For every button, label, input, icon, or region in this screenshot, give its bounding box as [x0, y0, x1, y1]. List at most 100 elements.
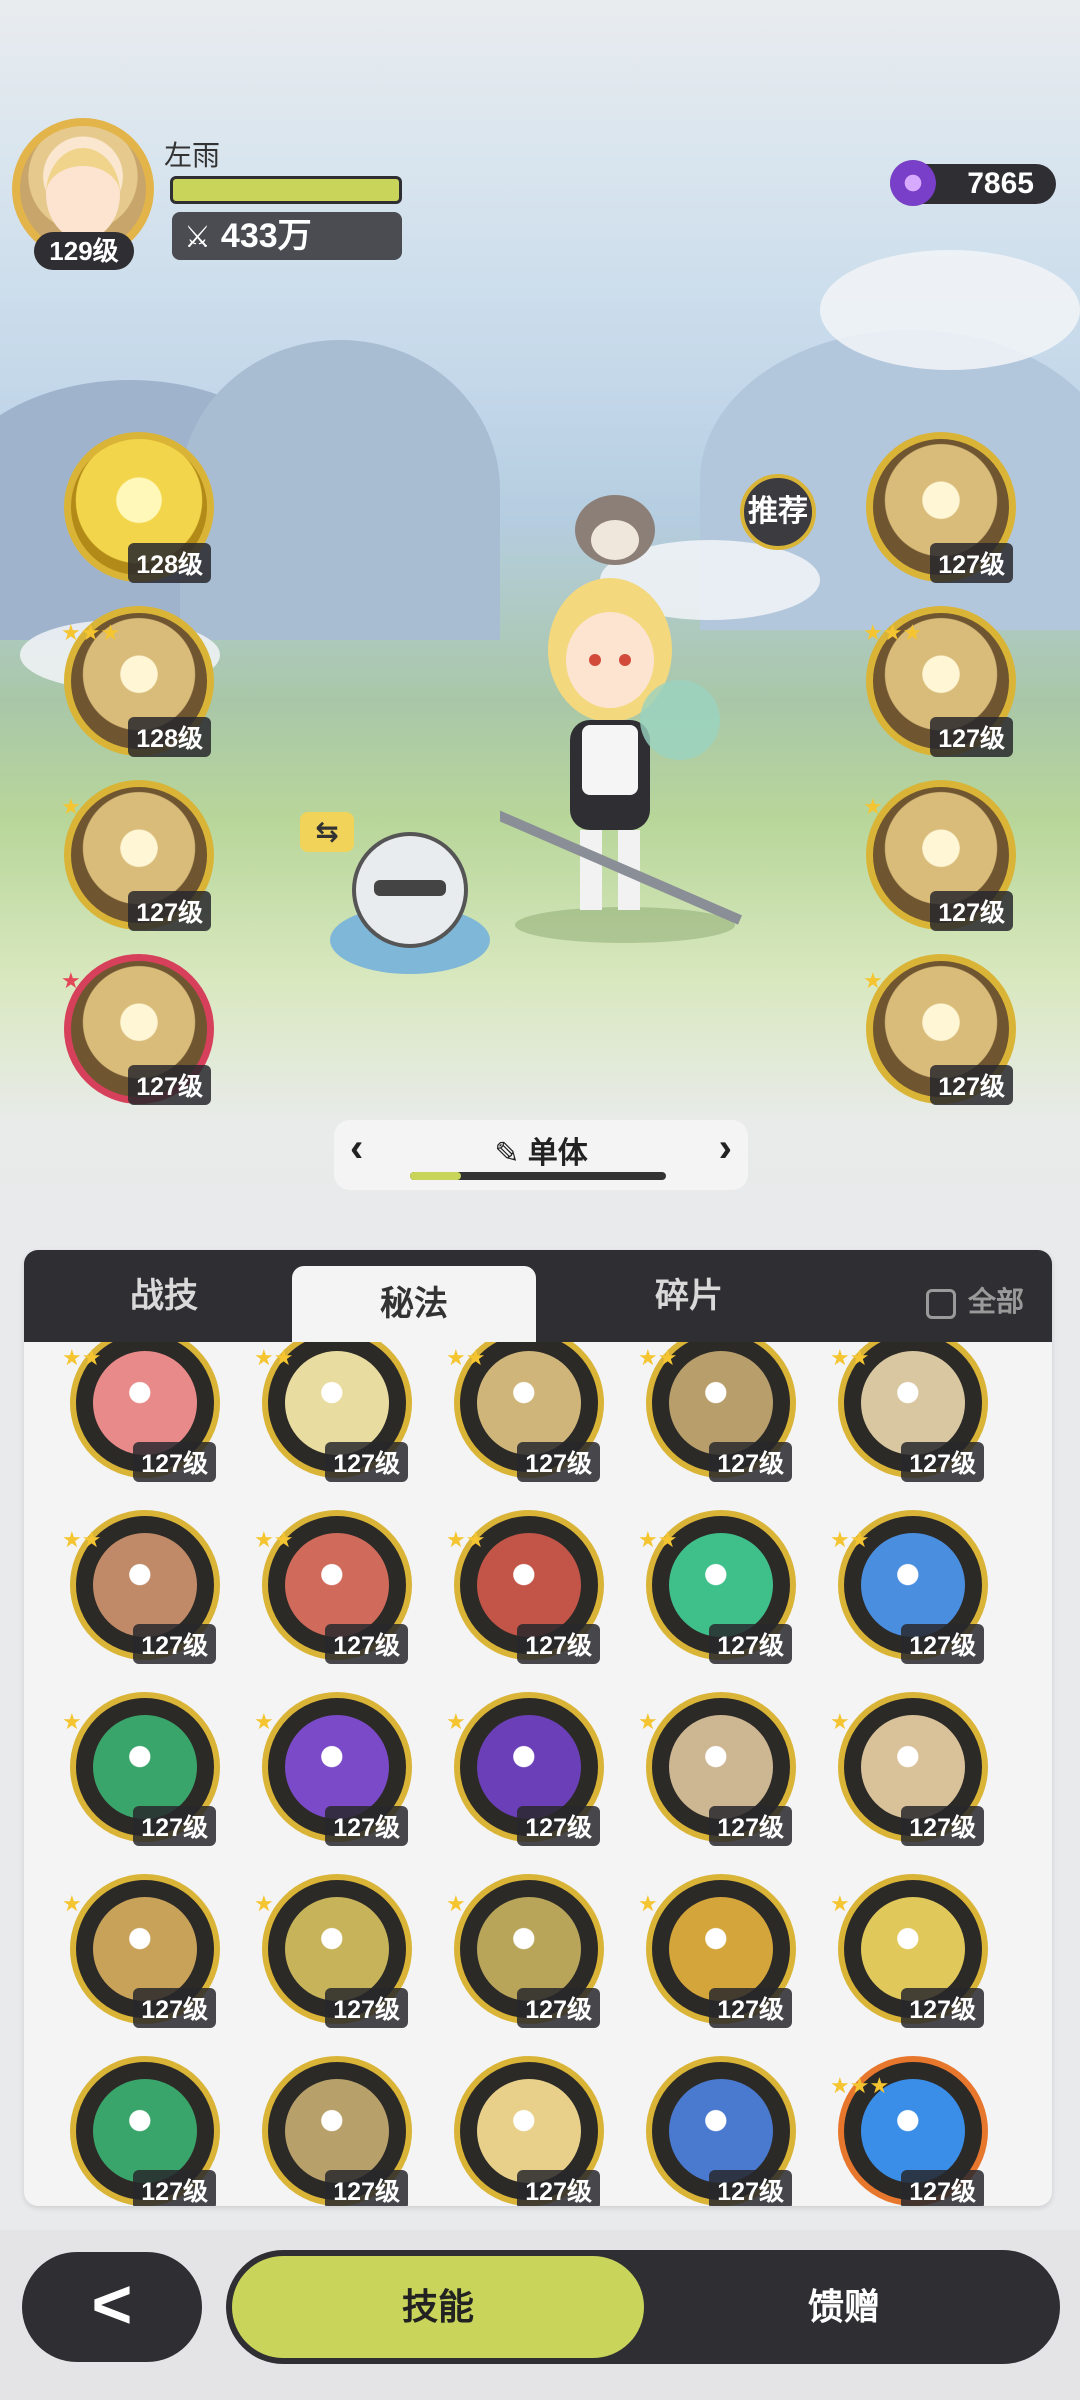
skill-icon: [93, 1533, 197, 1637]
skill-level: 127级: [133, 1442, 216, 1482]
secret-art-slot[interactable]: ★★ 127级: [446, 1342, 604, 1482]
mode-label: ✎ 单体: [334, 1128, 748, 1172]
skill-level: 127级: [133, 1988, 216, 2028]
skill-level: 127级: [517, 2170, 600, 2206]
skill-level: 127级: [128, 1065, 211, 1105]
secret-art-slot[interactable]: ★ 127级: [638, 1692, 796, 1846]
skill-level: 128级: [128, 543, 211, 583]
skill-icon: [285, 1533, 389, 1637]
star-rating: ★★: [254, 1527, 294, 1552]
chevron-right-icon[interactable]: ›: [719, 1126, 732, 1171]
secret-arts-grid: ★★ 127级 ★★ 127级 ★★ 127级 ★★ 127级 ★★ 127级 ★★ 127级 ★★ 12…: [24, 1342, 1052, 2206]
star-rating: ★★: [62, 1527, 102, 1552]
skill-tabs: 战技 秘法 碎片 全部: [24, 1250, 1052, 1342]
right-skill-slot-4[interactable]: ★ 127级: [863, 954, 1016, 1105]
swap-icon[interactable]: ⇆: [300, 812, 354, 852]
left-skill-slot-1[interactable]: 128级: [64, 432, 214, 583]
left-skill-slot-4[interactable]: ★ 127级: [61, 954, 214, 1105]
skill-icon: [669, 1897, 773, 2001]
secret-art-slot[interactable]: ★★ 127级: [62, 1342, 220, 1482]
skill-icon: [669, 2079, 773, 2183]
skill-icon: [477, 1351, 581, 1455]
right-skill-slot-2[interactable]: ★★★ 127级: [863, 606, 1016, 757]
star-rating: ★★★: [830, 2073, 890, 2098]
left-skill-slot-2[interactable]: ★★★ 128级: [61, 606, 214, 757]
star-rating: ★★: [254, 1345, 294, 1370]
hero-character: [500, 495, 742, 943]
secret-art-slot[interactable]: ★ 127级: [254, 1874, 412, 2028]
secret-art-slot[interactable]: ★ 127级: [62, 1874, 220, 2028]
skill-level: 127级: [901, 1624, 984, 1664]
secret-art-slot[interactable]: ★★ 127级: [62, 1510, 220, 1664]
secret-art-slot[interactable]: ★★ 127级: [830, 1510, 988, 1664]
secret-art-slot[interactable]: ★ 127级: [446, 1692, 604, 1846]
skill-icon: [477, 1897, 581, 2001]
select-all-label: 全部: [967, 1286, 1024, 1317]
secret-art-slot[interactable]: ★★ 127级: [638, 1510, 796, 1664]
skills-button[interactable]: 技能: [232, 2256, 644, 2358]
tab-secret-arts[interactable]: 秘法: [292, 1266, 536, 1342]
mode-label-text: 单体: [527, 1137, 588, 1170]
pencil-icon: ✎: [494, 1137, 528, 1170]
secret-art-slot[interactable]: 127级: [70, 2056, 220, 2206]
skill-icon: [861, 1533, 965, 1637]
secret-art-slot[interactable]: ★★ 127级: [638, 1342, 796, 1482]
skill-level: 127级: [325, 1442, 408, 1482]
skill-icon: [93, 2079, 197, 2183]
skill-level: 127级: [901, 2170, 984, 2206]
skill-level: 127级: [517, 1988, 600, 2028]
star-rating: ★: [863, 794, 883, 819]
cloud: [820, 250, 1080, 370]
skill-level: 127级: [709, 1806, 792, 1846]
star-rating: ★: [638, 1709, 658, 1734]
skill-level: 127级: [709, 1624, 792, 1664]
secret-art-slot[interactable]: ★★★ 127级: [830, 2056, 988, 2206]
secret-art-slot[interactable]: ★ 127级: [830, 1874, 988, 2028]
star-rating: ★★: [446, 1345, 486, 1370]
star-rating: ★: [62, 1891, 82, 1916]
gift-button[interactable]: 馈赠: [644, 2256, 1044, 2358]
currency-amount: 7865: [967, 167, 1034, 200]
skill-icon: [285, 1715, 389, 1819]
star-rating: ★★: [830, 1527, 870, 1552]
avatar-face: [46, 148, 120, 240]
secret-art-slot[interactable]: 127级: [262, 2056, 412, 2206]
skill-level: 127级: [930, 1065, 1013, 1105]
star-rating: ★★★: [61, 620, 121, 645]
skill-level: 127级: [325, 2170, 408, 2206]
secret-art-slot[interactable]: ★ 127级: [638, 1874, 796, 2028]
star-rating: ★: [863, 968, 883, 993]
combat-power: ⚔ 433万: [172, 212, 402, 260]
secret-art-slot[interactable]: ★ 127级: [446, 1874, 604, 2028]
tab-fragments[interactable]: 碎片: [564, 1250, 814, 1342]
secret-art-slot[interactable]: ★★ 127级: [254, 1510, 412, 1664]
secret-art-slot[interactable]: ★★ 127级: [254, 1342, 412, 1482]
secret-art-slot[interactable]: ★ 127级: [62, 1692, 220, 1846]
right-skill-slot-1[interactable]: 127级: [866, 432, 1016, 583]
chevron-left-icon: <: [91, 2265, 133, 2343]
player-level-badge: 129级: [34, 232, 134, 270]
secret-art-slot[interactable]: ★ 127级: [254, 1692, 412, 1846]
secret-art-slot[interactable]: 127级: [646, 2056, 796, 2206]
select-all-toggle[interactable]: 全部: [925, 1280, 1024, 1320]
secret-art-slot[interactable]: 127级: [454, 2056, 604, 2206]
tab-combat-skills[interactable]: 战技: [54, 1250, 274, 1342]
skill-level: 127级: [325, 1624, 408, 1664]
secret-art-slot[interactable]: ★★ 127级: [446, 1510, 604, 1664]
star-rating: ★: [446, 1709, 466, 1734]
skill-level: 127级: [133, 2170, 216, 2206]
skill-level: 127级: [709, 2170, 792, 2206]
right-skill-slot-3[interactable]: ★ 127级: [863, 780, 1016, 931]
recommend-button[interactable]: 推荐: [740, 474, 816, 550]
star-rating: ★★: [638, 1527, 678, 1552]
skill-level: 127级: [517, 1442, 600, 1482]
secret-art-slot[interactable]: ★★ 127级: [830, 1342, 988, 1482]
combat-power-value: 433万: [220, 217, 312, 255]
skill-icon: [477, 1715, 581, 1819]
secret-art-slot[interactable]: ★ 127级: [830, 1692, 988, 1846]
mode-progress-fill: [410, 1172, 462, 1180]
back-button[interactable]: <: [22, 2252, 202, 2362]
checkbox[interactable]: [925, 1288, 956, 1319]
skill-level: 127级: [133, 1624, 216, 1664]
left-skill-slot-3[interactable]: ★ 127级: [61, 780, 214, 931]
